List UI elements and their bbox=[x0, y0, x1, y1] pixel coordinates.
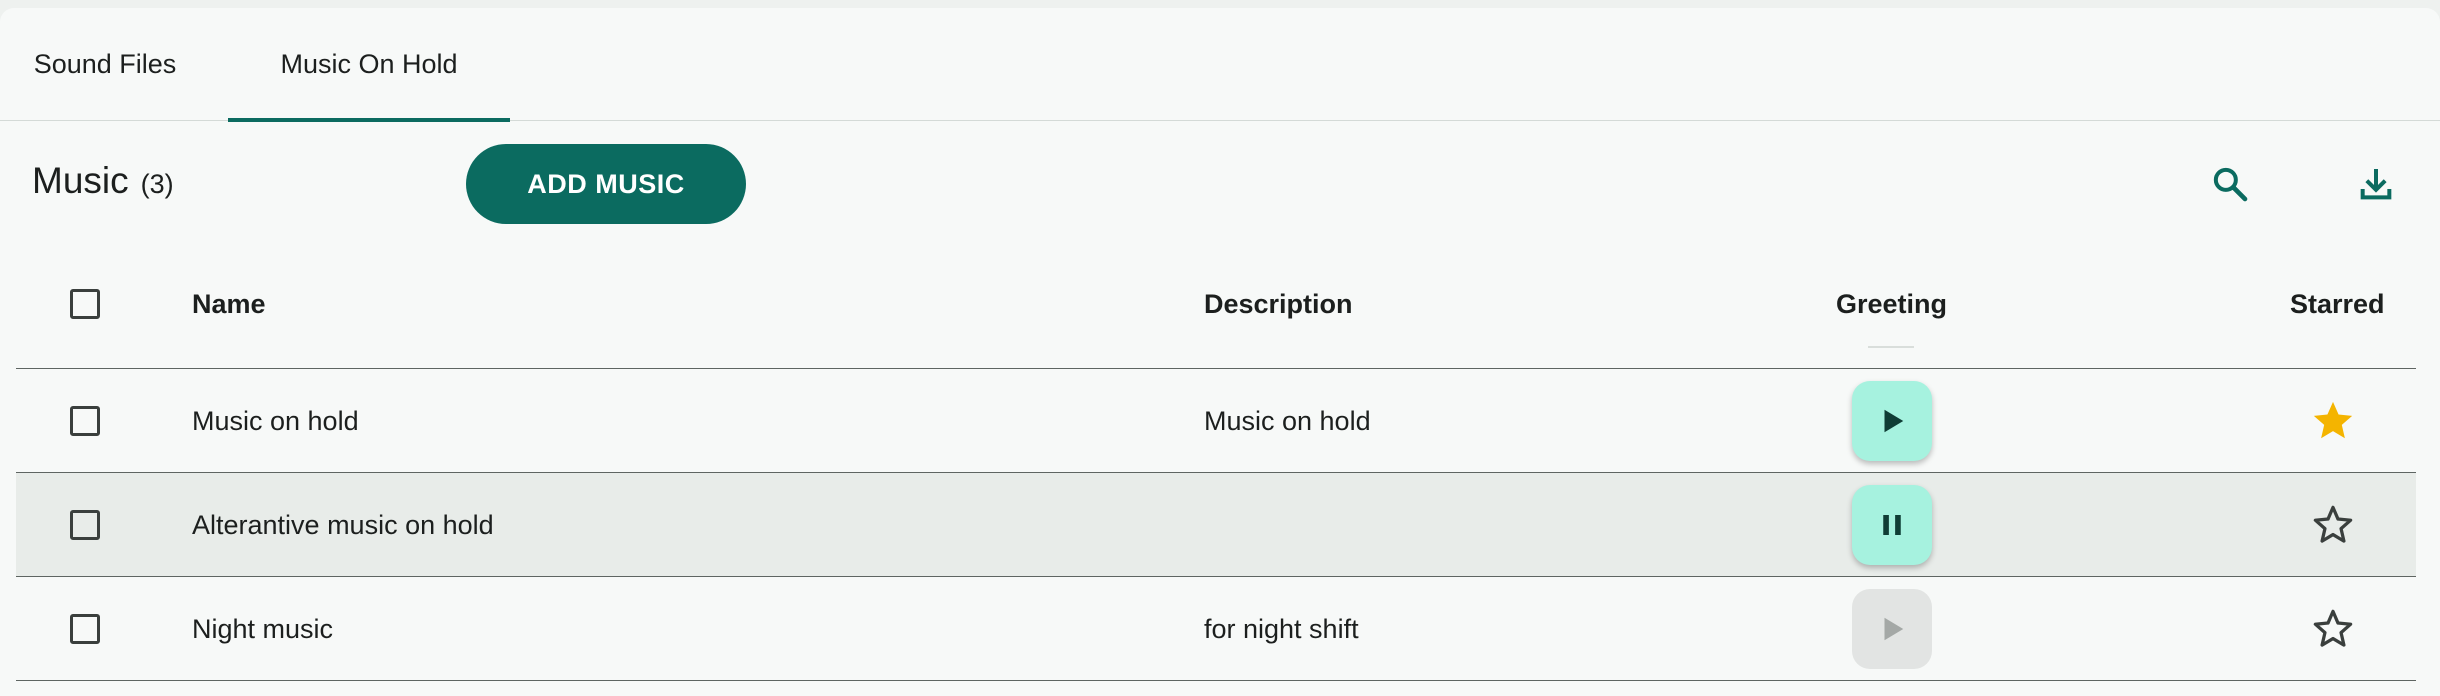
pause-icon bbox=[1883, 515, 1901, 535]
play-button-disabled bbox=[1852, 589, 1932, 669]
search-button[interactable] bbox=[2198, 152, 2262, 216]
tab-music-on-hold[interactable]: Music On Hold bbox=[228, 8, 510, 122]
download-icon bbox=[2360, 169, 2392, 200]
table-row[interactable]: Alterantive music on hold bbox=[16, 472, 2416, 577]
table-bottom-border bbox=[16, 680, 2416, 681]
row-select-cell bbox=[70, 473, 100, 577]
greeting-cell bbox=[1852, 473, 1932, 577]
add-music-button[interactable]: ADD MUSIC bbox=[466, 144, 746, 224]
select-all-cell bbox=[70, 240, 100, 368]
row-checkbox[interactable] bbox=[70, 614, 100, 644]
row-name: Music on hold bbox=[192, 405, 359, 436]
greeting-cell bbox=[1852, 577, 1932, 681]
row-name: Night music bbox=[192, 613, 334, 644]
row-description: for night shift bbox=[1204, 613, 1359, 644]
greeting-cell bbox=[1852, 369, 1932, 473]
table-row[interactable]: Music on hold Music on hold bbox=[16, 368, 2416, 473]
item-count: (3) bbox=[140, 169, 174, 199]
row-description: Music on hold bbox=[1204, 405, 1371, 436]
table-row[interactable]: Night music for night shift bbox=[16, 576, 2416, 681]
play-icon bbox=[1884, 617, 1904, 641]
column-starred-header[interactable]: Starred bbox=[2290, 240, 2385, 368]
row-checkbox[interactable] bbox=[70, 406, 100, 436]
section-title: Music (3) bbox=[32, 160, 174, 216]
column-greeting-header[interactable]: Greeting bbox=[1836, 240, 1947, 368]
play-button[interactable] bbox=[1852, 381, 1932, 461]
download-button[interactable] bbox=[2344, 152, 2408, 216]
column-description-header[interactable]: Description bbox=[1204, 240, 1353, 368]
row-name: Alterantive music on hold bbox=[192, 509, 494, 540]
star-cell bbox=[2310, 473, 2356, 577]
tab-sound-files[interactable]: Sound Files bbox=[0, 8, 210, 120]
row-checkbox[interactable] bbox=[70, 510, 100, 540]
search-icon bbox=[2213, 167, 2248, 202]
row-select-cell bbox=[70, 577, 100, 681]
page: Sound Files Music On Hold Music (3) ADD … bbox=[0, 8, 2440, 696]
page-title: Music bbox=[32, 160, 129, 201]
tab-bar: Sound Files Music On Hold bbox=[0, 8, 2440, 122]
star-outline-icon[interactable] bbox=[2310, 606, 2356, 652]
star-outline-icon[interactable] bbox=[2310, 502, 2356, 548]
divider bbox=[1868, 346, 1914, 348]
star-cell bbox=[2310, 369, 2356, 473]
column-name-header[interactable]: Name bbox=[192, 240, 266, 368]
star-cell bbox=[2310, 577, 2356, 681]
select-all-checkbox[interactable] bbox=[70, 289, 100, 319]
play-icon bbox=[1884, 409, 1904, 433]
star-filled-icon[interactable] bbox=[2310, 398, 2356, 444]
pause-button[interactable] bbox=[1852, 485, 1932, 565]
row-select-cell bbox=[70, 369, 100, 473]
table-header: Name Description Greeting Starred bbox=[16, 240, 2416, 368]
